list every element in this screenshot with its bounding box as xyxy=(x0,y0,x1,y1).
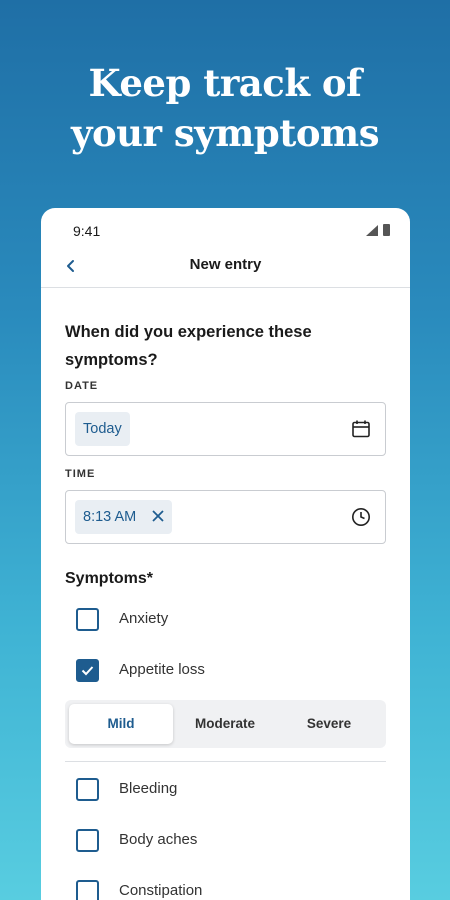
checkmark-icon xyxy=(81,666,94,676)
symptom-row-anxiety[interactable]: Anxiety xyxy=(65,594,386,645)
symptom-label: Body aches xyxy=(119,831,198,848)
symptom-checkbox-checked[interactable] xyxy=(76,659,99,682)
symptom-row-constipation[interactable]: Constipation xyxy=(65,866,386,900)
symptom-row-bleeding[interactable]: Bleeding xyxy=(65,764,386,815)
symptom-checkbox[interactable] xyxy=(76,829,99,852)
battery-icon xyxy=(383,224,390,236)
hero-heading: Keep track of your symptoms xyxy=(0,58,450,158)
time-value: 8:13 AM xyxy=(83,509,137,525)
severity-selector: Mild Moderate Severe xyxy=(65,700,386,748)
symptom-label: Bleeding xyxy=(119,780,178,797)
hero-line-2: your symptoms xyxy=(70,111,380,155)
page-title: New entry xyxy=(189,256,262,273)
symptom-row-body-aches[interactable]: Body aches xyxy=(65,815,386,866)
symptom-row-appetite-loss[interactable]: Appetite loss xyxy=(65,645,386,696)
symptom-checkbox[interactable] xyxy=(76,608,99,631)
time-field[interactable]: 8:13 AM xyxy=(65,490,386,544)
signal-icon xyxy=(366,225,378,236)
date-field[interactable]: Today xyxy=(65,402,386,456)
status-bar: 9:41 xyxy=(41,208,410,252)
symptom-label: Anxiety xyxy=(119,610,169,627)
calendar-icon[interactable] xyxy=(351,419,371,439)
time-chip[interactable]: 8:13 AM xyxy=(75,500,173,534)
status-time: 9:41 xyxy=(73,223,101,239)
date-chip[interactable]: Today xyxy=(75,412,130,446)
clock-icon[interactable] xyxy=(351,507,371,527)
severity-mild[interactable]: Mild xyxy=(69,704,173,744)
phone-screen: 9:41 New entry When did you experience t… xyxy=(41,208,410,900)
symptom-checkbox[interactable] xyxy=(76,778,99,801)
time-label: TIME xyxy=(65,468,96,480)
date-value: Today xyxy=(83,421,122,437)
severity-moderate[interactable]: Moderate xyxy=(173,704,277,744)
symptom-label: Appetite loss xyxy=(119,661,205,678)
symptoms-title: Symptoms* xyxy=(65,570,154,587)
question-text: When did you experience these symptoms? xyxy=(65,323,312,369)
app-bar: New entry xyxy=(41,248,410,288)
hero-line-1: Keep track of xyxy=(88,61,362,105)
symptom-label: Constipation xyxy=(119,882,203,899)
divider xyxy=(65,761,386,762)
entry-form: When did you experience these symptoms? … xyxy=(65,318,386,900)
symptom-checkbox[interactable] xyxy=(76,880,99,900)
date-label: DATE xyxy=(65,380,99,392)
clear-time-icon[interactable] xyxy=(152,510,164,522)
severity-severe[interactable]: Severe xyxy=(277,704,381,744)
